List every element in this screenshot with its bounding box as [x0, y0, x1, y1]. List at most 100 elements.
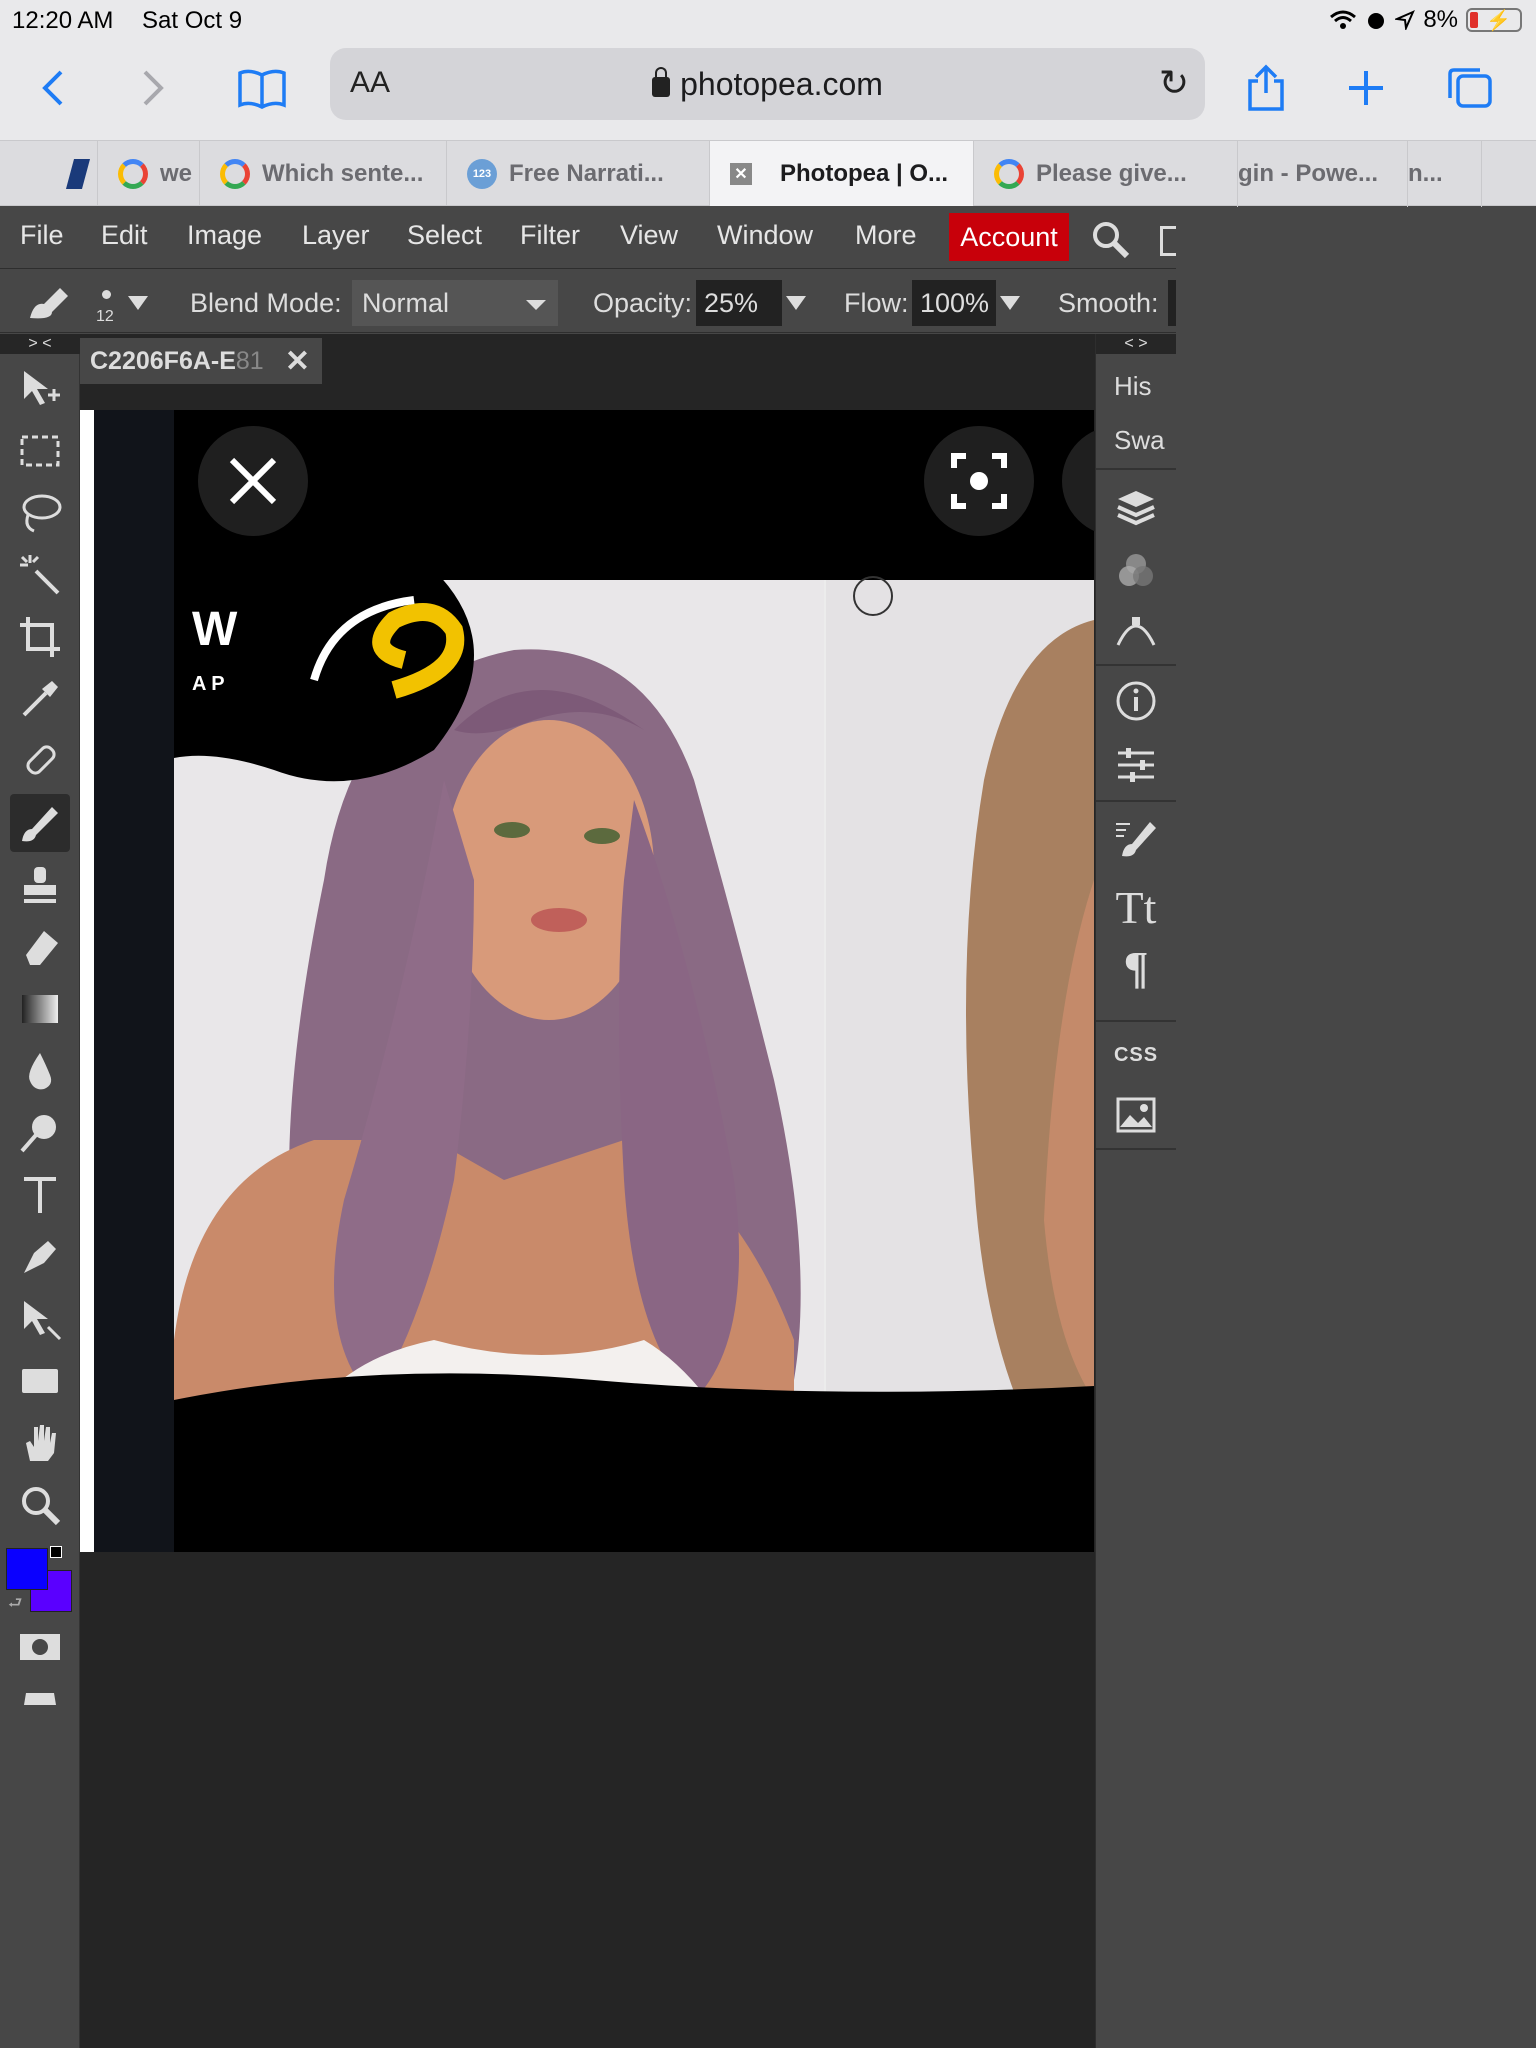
layers-icon — [1117, 491, 1155, 526]
gradient-tool[interactable] — [10, 980, 70, 1038]
css-panel-button[interactable]: CSS — [1096, 1030, 1176, 1080]
brush-preset-icon[interactable] — [26, 282, 76, 324]
menu-filter[interactable]: Filter — [520, 220, 580, 251]
dodge-tool[interactable] — [10, 1104, 70, 1162]
move-icon — [24, 371, 60, 405]
paths-panel-button[interactable] — [1096, 604, 1176, 658]
menu-layer[interactable]: Layer — [302, 220, 370, 251]
zoom-tool[interactable] — [10, 1476, 70, 1534]
panel-collapse-toggle[interactable]: < > — [1096, 334, 1176, 354]
lasso-tool[interactable] — [10, 484, 70, 542]
browser-tab-1[interactable]: we — [98, 141, 200, 207]
healing-tool[interactable] — [10, 732, 70, 790]
info-panel-button[interactable] — [1096, 674, 1176, 728]
image-panel-button[interactable] — [1096, 1088, 1176, 1142]
browser-tab-2[interactable]: Which sente... — [200, 141, 447, 207]
document-canvas[interactable]: W A P — [80, 410, 1172, 1552]
move-tool[interactable] — [10, 360, 70, 418]
channels-panel-button[interactable] — [1096, 544, 1176, 598]
menu-image[interactable]: Image — [187, 220, 262, 251]
right-panel-dock: < > His Swa Tt ¶ CSS — [1095, 334, 1176, 2048]
brush-settings-panel-button[interactable] — [1096, 810, 1176, 866]
screen-mode-button[interactable] — [10, 1670, 70, 1728]
blend-mode-select[interactable]: Normal — [352, 280, 558, 326]
foreground-color-swatch[interactable] — [6, 1548, 48, 1590]
tabs-overview-button[interactable] — [1440, 58, 1500, 118]
brush-cursor — [853, 576, 893, 616]
canvas-edge — [80, 410, 94, 1552]
info-icon — [1116, 681, 1156, 721]
new-tab-button[interactable] — [1336, 58, 1396, 118]
browser-toolbar: AA photopea.com ↻ — [0, 40, 1536, 140]
browser-tab-pinned[interactable] — [0, 141, 98, 207]
eyedropper-tool[interactable] — [10, 670, 70, 728]
browser-tab-photopea[interactable]: ✕ Photopea | O... — [710, 141, 974, 207]
close-document-icon[interactable]: ✕ — [285, 344, 310, 379]
reload-icon[interactable]: ↻ — [1159, 62, 1189, 104]
path-select-tool[interactable] — [10, 1290, 70, 1348]
type-tool[interactable] — [10, 1166, 70, 1224]
adjustments-panel-button[interactable] — [1096, 738, 1176, 792]
share-button[interactable] — [1236, 58, 1296, 118]
toolbar-collapse-toggle[interactable]: > < — [0, 334, 80, 354]
search-icon[interactable] — [1090, 219, 1130, 259]
default-colors-icon[interactable] — [50, 1546, 62, 1558]
opacity-dropdown-icon[interactable] — [786, 296, 806, 310]
logo-subtext: A P — [192, 673, 225, 695]
stamp-icon — [24, 867, 56, 903]
canvas-dark-band — [94, 410, 174, 1552]
bookmarks-button[interactable] — [232, 58, 292, 118]
eraser-tool[interactable] — [10, 918, 70, 976]
smooth-input[interactable] — [1168, 280, 1176, 326]
brush-tool[interactable] — [10, 794, 70, 852]
forward-button[interactable] — [124, 58, 184, 118]
status-date: Sat Oct 9 — [142, 7, 243, 34]
paragraph-panel-button[interactable]: ¶ — [1096, 940, 1176, 994]
drop-icon — [29, 1053, 52, 1090]
browser-tab-3[interactable]: 123 Free Narrati... — [447, 141, 710, 207]
magic-wand-tool[interactable] — [10, 546, 70, 604]
browser-tab-7[interactable]: n... — [1408, 141, 1482, 207]
pen-tool[interactable] — [10, 1228, 70, 1286]
address-bar[interactable]: AA photopea.com ↻ — [330, 48, 1205, 120]
pen-icon — [24, 1241, 56, 1273]
close-tab-icon[interactable]: ✕ — [730, 163, 752, 185]
menu-view[interactable]: View — [620, 220, 678, 251]
swatches-panel-tab[interactable]: Swa — [1096, 420, 1176, 460]
character-panel-button[interactable]: Tt — [1096, 878, 1176, 936]
rectangle-icon — [22, 1369, 58, 1393]
menu-edit[interactable]: Edit — [101, 220, 148, 251]
history-panel-tab[interactable]: His — [1096, 366, 1176, 406]
browser-tab-6[interactable]: gin - Powe... — [1238, 141, 1408, 207]
brush-dropdown-icon[interactable] — [128, 296, 148, 310]
layers-panel-button[interactable] — [1096, 480, 1176, 534]
opacity-input[interactable]: 25% — [696, 280, 782, 326]
dodge-icon — [20, 1115, 56, 1153]
document-tab[interactable]: C2206F6A-E 81 ✕ — [80, 338, 322, 384]
back-button[interactable] — [22, 58, 82, 118]
menu-select[interactable]: Select — [407, 220, 482, 251]
marquee-tool[interactable] — [10, 422, 70, 480]
bandage-icon — [26, 745, 56, 775]
menu-window[interactable]: Window — [717, 220, 813, 251]
flow-input[interactable]: 100% — [912, 280, 996, 326]
rect-select-icon — [20, 435, 60, 467]
fullscreen-icon[interactable] — [1160, 226, 1176, 256]
account-button[interactable]: Account — [949, 213, 1069, 261]
hand-tool[interactable] — [10, 1414, 70, 1472]
browser-tab-5[interactable]: Please give... — [974, 141, 1238, 207]
clone-stamp-tool[interactable] — [10, 856, 70, 914]
brush-size-label: 12 — [96, 308, 114, 325]
shape-tool[interactable] — [10, 1352, 70, 1410]
brush-dot-icon — [102, 290, 111, 299]
share-icon — [1248, 64, 1284, 111]
magic-wand-icon — [20, 555, 60, 595]
swap-colors-icon[interactable]: ⮐ — [8, 1592, 26, 1612]
flow-dropdown-icon[interactable] — [1000, 296, 1020, 310]
crop-tool[interactable] — [10, 608, 70, 666]
menu-more[interactable]: More — [855, 220, 917, 251]
blur-tool[interactable] — [10, 1042, 70, 1100]
lasso-icon — [22, 494, 62, 533]
menu-file[interactable]: File — [20, 220, 64, 251]
quick-mask-button[interactable] — [10, 1618, 70, 1676]
